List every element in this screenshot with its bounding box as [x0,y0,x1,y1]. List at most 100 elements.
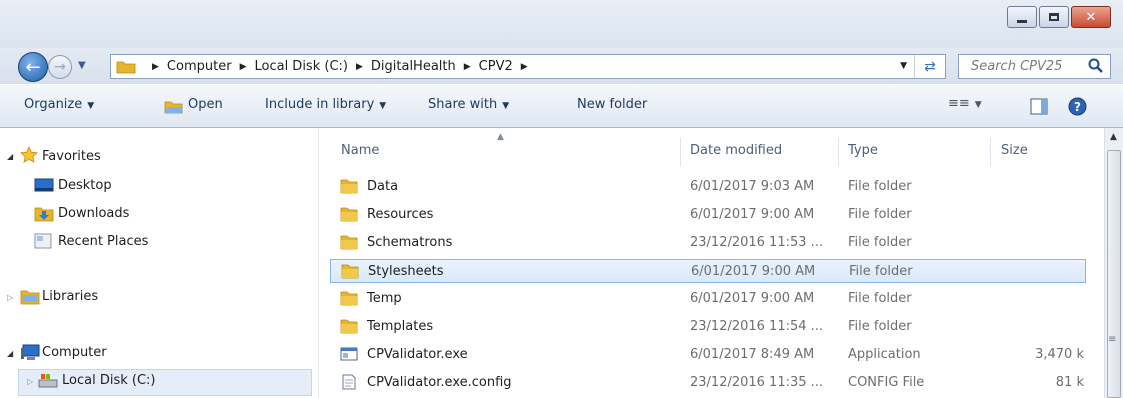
recent-pages-dropdown[interactable]: ▼ [78,60,86,71]
file-date: 6/01/2017 9:00 AM [690,291,815,306]
arrow-right-icon: → [54,59,66,75]
file-date: 6/01/2017 8:49 AM [690,347,815,362]
expand-arrow-icon[interactable]: ◢ [7,349,13,358]
nav-item-computer[interactable]: Computer [42,345,107,360]
downloads-icon [34,207,54,222]
address-dropdown-icon[interactable]: ▼ [900,61,907,71]
file-type: File folder [848,207,912,222]
search-input[interactable]: Search CPV25 [958,54,1111,79]
breadcrumb-item-cpv2[interactable]: CPV2 [479,59,513,74]
file-size: 3,470 k [1035,347,1084,362]
new-folder-button[interactable]: New folder [577,97,647,112]
column-header-type[interactable]: Type [848,143,878,158]
table-row[interactable]: Templates 23/12/2016 11:54 ... File folder [330,315,1086,339]
column-divider[interactable] [838,138,839,166]
table-row[interactable]: Schematrons 23/12/2016 11:53 ... File fold… [330,231,1086,255]
file-date: 6/01/2017 9:03 AM [690,179,815,194]
table-row[interactable]: Data 6/01/2017 9:03 AM File folder [330,175,1086,199]
file-date: 23/12/2016 11:35 ... [690,375,824,390]
navigation-pane: ◢ Favorites Desktop Downloads Recent Pla… [0,128,318,398]
column-divider[interactable] [680,138,681,166]
scrollbar-thumb[interactable] [1107,150,1121,398]
recent-places-icon [34,233,52,249]
vertical-scrollbar[interactable]: ▲ ≡ [1104,128,1123,398]
chevron-right-icon[interactable]: ▶ [464,62,471,72]
file-name: CPValidator.exe.config [367,375,512,390]
file-type: File folder [848,179,912,194]
nav-item-desktop[interactable]: Desktop [58,178,112,193]
file-name: Data [367,179,399,194]
chevron-right-icon[interactable]: ▶ [240,62,247,72]
column-divider[interactable] [990,138,991,166]
breadcrumb-item-computer[interactable]: Computer [167,59,232,74]
file-type: File folder [848,319,912,334]
table-row[interactable]: Temp 6/01/2017 9:00 AM File folder [330,287,1086,311]
share-with-button[interactable]: Share with ▼ [428,97,509,112]
file-type: Application [848,347,921,362]
chevron-right-icon[interactable]: ▶ [152,62,159,72]
folder-icon [340,178,358,194]
file-list: Name ▲ Date modified Type Size Data 6/01/… [319,128,1123,398]
file-date: 23/12/2016 11:54 ... [690,319,824,334]
organize-label: Organize [24,97,83,112]
table-row[interactable]: Resources 6/01/2017 9:00 AM File folder [330,203,1086,227]
chevron-down-icon: ▼ [974,100,982,110]
help-button[interactable]: ? [1068,97,1087,116]
scroll-up-icon[interactable]: ▲ [1110,132,1117,142]
close-button[interactable]: ✕ [1071,6,1111,28]
file-type: File folder [849,264,913,279]
column-header-date[interactable]: Date modified [690,143,782,158]
file-date: 23/12/2016 11:53 ... [690,235,824,250]
folder-icon [340,290,358,306]
file-date: 6/01/2017 9:00 AM [690,207,815,222]
breadcrumb: ▶ Computer ▶ Local Disk (C:) ▶ DigitalHe… [144,59,536,74]
table-row[interactable]: CPValidator.exe 6/01/2017 8:49 AM Applicat… [330,343,1086,367]
folder-icon [341,263,359,279]
config-file-icon [340,374,358,390]
close-icon: ✕ [1085,9,1097,25]
expand-arrow-icon[interactable]: ◢ [7,152,13,161]
column-header-name[interactable]: Name [341,143,379,158]
back-button[interactable]: ← [18,52,48,82]
breadcrumb-item-local-disk[interactable]: Local Disk (C:) [254,59,347,74]
file-date: 6/01/2017 9:00 AM [691,264,816,279]
computer-icon [21,344,40,360]
refresh-icon: ⇄ [924,58,936,75]
change-view-button[interactable]: ≡≡ ▼ [948,96,982,111]
forward-button[interactable]: → [48,55,72,79]
maximize-button[interactable] [1039,6,1069,28]
share-label: Share with [428,97,498,112]
include-in-library-button[interactable]: Include in library ▼ [265,97,386,112]
column-header-size[interactable]: Size [1001,143,1028,158]
nav-item-downloads[interactable]: Downloads [58,206,129,221]
open-button[interactable]: Open [188,97,223,112]
chevron-down-icon: ▼ [379,101,387,111]
table-row[interactable]: Stylesheets 6/01/2017 9:00 AM File folder [330,259,1086,283]
file-size: 81 k [1055,375,1084,390]
expand-arrow-icon[interactable]: ▷ [27,377,33,386]
nav-item-libraries[interactable]: Libraries [42,289,98,304]
expand-arrow-icon[interactable]: ▷ [7,293,13,302]
include-label: Include in library [265,97,375,112]
organize-button[interactable]: Organize ▼ [24,97,94,112]
nav-item-favorites[interactable]: Favorites [42,149,101,164]
minimize-button[interactable] [1007,6,1037,28]
sort-ascending-icon: ▲ [497,132,504,142]
folder-icon [340,318,358,334]
libraries-icon [20,290,40,305]
refresh-button[interactable]: ⇄ [914,55,945,78]
breadcrumb-item-digitalhealth[interactable]: DigitalHealth [371,59,456,74]
preview-pane-button[interactable] [1030,98,1048,115]
file-name: Resources [367,207,434,222]
table-row[interactable]: CPValidator.exe.config 23/12/2016 11:35 .… [330,371,1086,395]
application-icon [340,346,358,362]
chevron-right-icon[interactable]: ▶ [356,62,363,72]
nav-item-local-disk[interactable]: Local Disk (C:) [62,373,155,388]
arrow-left-icon: ← [25,56,41,78]
folder-icon [340,234,358,250]
address-bar[interactable]: ▶ Computer ▶ Local Disk (C:) ▶ DigitalHe… [110,54,946,79]
nav-item-recent-places[interactable]: Recent Places [58,234,148,249]
chevron-right-icon[interactable]: ▶ [521,62,528,72]
file-type: CONFIG File [848,375,925,390]
navigation-bar: ← → ▼ ▶ Computer ▶ Local Disk (C:) ▶ Dig… [0,48,1123,84]
